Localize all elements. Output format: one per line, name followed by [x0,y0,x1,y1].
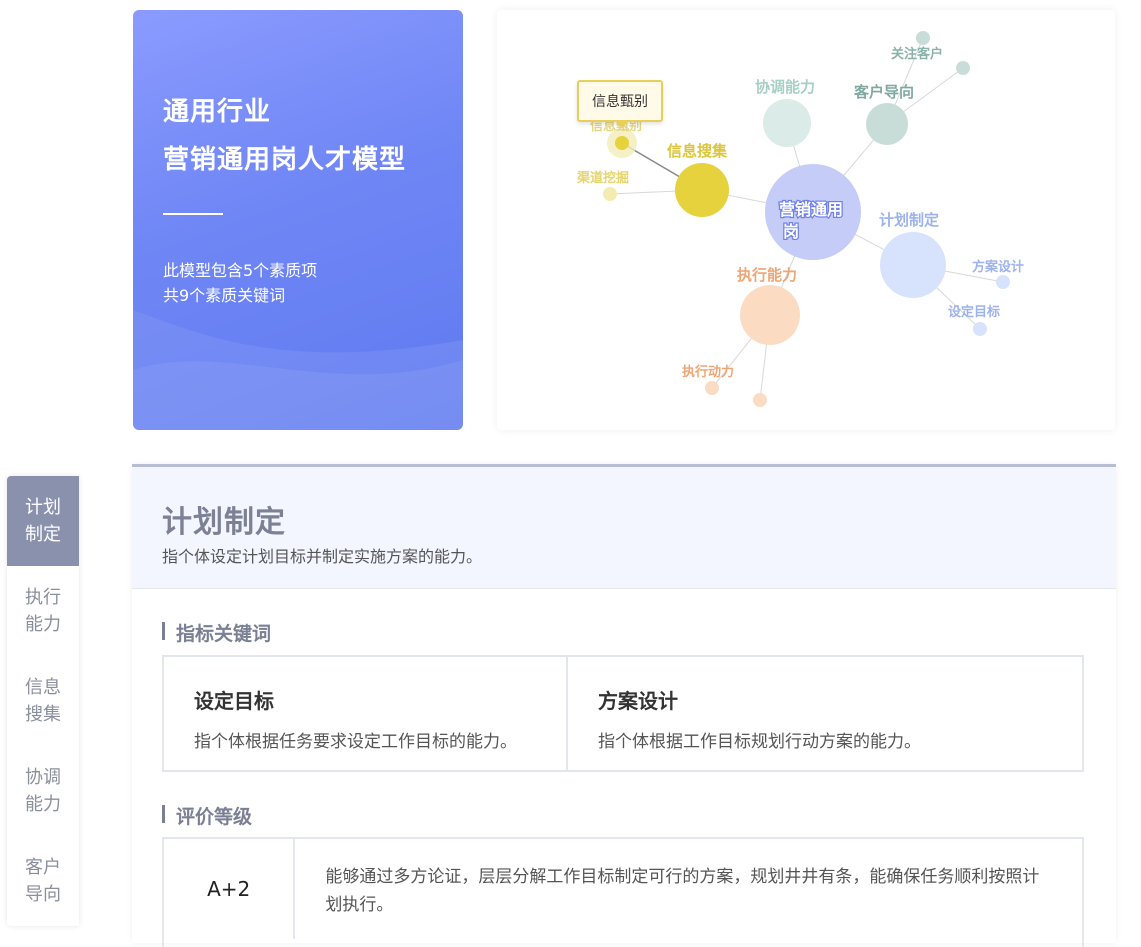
graph-label-info-collect: 信息搜集 [667,142,728,160]
graph-label-execution: 执行能力 [737,266,797,284]
competency-nav: 计划 制定 执行 能力 信息 搜集 协调 能力 客户 导向 [7,476,79,926]
graph-node-exec-leaf[interactable] [753,393,767,407]
graph-node-info-screen[interactable] [615,136,629,150]
nav-item-execution[interactable]: 执行 能力 [7,566,79,656]
graph-node-set-goal[interactable] [973,322,987,336]
graph-label-plan: 计划制定 [879,211,939,229]
level-grade: A+2 [164,839,296,939]
keyword-description: 指个体根据任务要求设定工作目标的能力。 [194,732,517,752]
graph-label-customer-orient: 客户导向 [853,83,914,101]
nav-item-customer-orient[interactable]: 客户 导向 [7,836,79,926]
graph-tooltip: 信息甄别 [577,80,663,128]
panel-header: 计划制定 指个体设定计划目标并制定实施方案的能力。 [132,467,1116,589]
competency-title: 计划制定 [162,505,286,540]
model-item-count: 此模型包含5个素质项 [163,261,318,280]
graph-label-center: 岗 [783,222,799,241]
graph-node-customer-orient[interactable] [866,103,908,145]
graph-node-coordination[interactable] [763,99,811,147]
title-divider [163,213,223,215]
graph-label-exec-drive: 执行动力 [682,364,734,380]
graph-node-info-collect[interactable] [675,163,729,217]
graph-label-focus-customer: 关注客户 [891,46,943,62]
graph-node-channel-mining[interactable] [603,187,617,201]
graph-node-plan[interactable] [880,232,946,298]
nav-item-info-collect[interactable]: 信息 搜集 [7,656,79,746]
model-summary-card: 通用行业 营销通用岗人才模型 此模型包含5个素质项 共9个素质关键词 [133,10,463,430]
levels-table: A+2 能够通过多方论证，层层分解工作目标制定可行的方案，规划井井有条，能确保任… [162,837,1084,947]
levels-heading: 评价等级 [162,802,252,829]
graph-label-coordination: 协调能力 [755,78,815,96]
keywords-heading: 指标关键词 [162,619,271,646]
nav-item-label: 信息 搜集 [25,677,61,725]
model-keyword-count: 共9个素质关键词 [163,286,286,305]
competency-definition: 指个体设定计划目标并制定实施方案的能力。 [162,547,483,566]
graph-node-exec-drive[interactable] [705,381,719,395]
model-title: 通用行业 营销通用岗人才模型 [163,88,406,184]
model-industry: 通用行业 [163,97,272,127]
nav-item-label: 客户 导向 [25,857,61,905]
nav-item-label: 协调 能力 [25,767,61,815]
graph-node-focus-customer[interactable] [916,31,930,45]
nav-item-coordination[interactable]: 协调 能力 [7,746,79,836]
graph-node-execution[interactable] [740,285,800,345]
graph-node-customer-leaf[interactable] [956,61,970,75]
keywords-table: 设定目标 指个体根据任务要求设定工作目标的能力。 方案设计 指个体根据工作目标规… [162,655,1084,772]
keyword-name: 设定目标 [194,689,274,713]
graph-node-plan-design[interactable] [996,275,1010,289]
keyword-description: 指个体根据工作目标规划行动方案的能力。 [598,732,921,752]
graph-label-plan-design: 方案设计 [972,259,1024,275]
model-name: 营销通用岗人才模型 [163,145,407,175]
nav-item-label: 计划 制定 [25,497,61,545]
competency-graph[interactable]: 营销通用 岗 信息搜集 协调能力 客户导向 计划制定 执行能力 信息甄别 渠道挖… [497,10,1115,430]
decorative-wave [133,360,463,430]
keyword-name: 方案设计 [598,689,678,713]
keyword-card: 方案设计 指个体根据工作目标规划行动方案的能力。 [566,657,1084,770]
model-description: 此模型包含5个素质项 共9个素质关键词 [163,258,317,308]
level-description: 能够通过多方论证，层层分解工作目标制定可行的方案，规划井井有条，能确保任务顺利按… [325,867,1040,915]
graph-label-set-goal: 设定目标 [948,304,1000,320]
nav-item-label: 执行 能力 [25,587,61,635]
graph-label-channel-mining: 渠道挖掘 [576,170,629,186]
competency-detail-panel: 计划制定 指个体设定计划目标并制定实施方案的能力。 指标关键词 设定目标 指个体… [132,464,1116,947]
nav-item-plan[interactable]: 计划 制定 [7,476,79,566]
graph-label-center: 营销通用 [779,200,843,219]
graph-canvas[interactable]: 营销通用 岗 信息搜集 协调能力 客户导向 计划制定 执行能力 信息甄别 渠道挖… [497,10,1115,430]
keyword-card: 设定目标 指个体根据任务要求设定工作目标的能力。 [164,657,566,770]
